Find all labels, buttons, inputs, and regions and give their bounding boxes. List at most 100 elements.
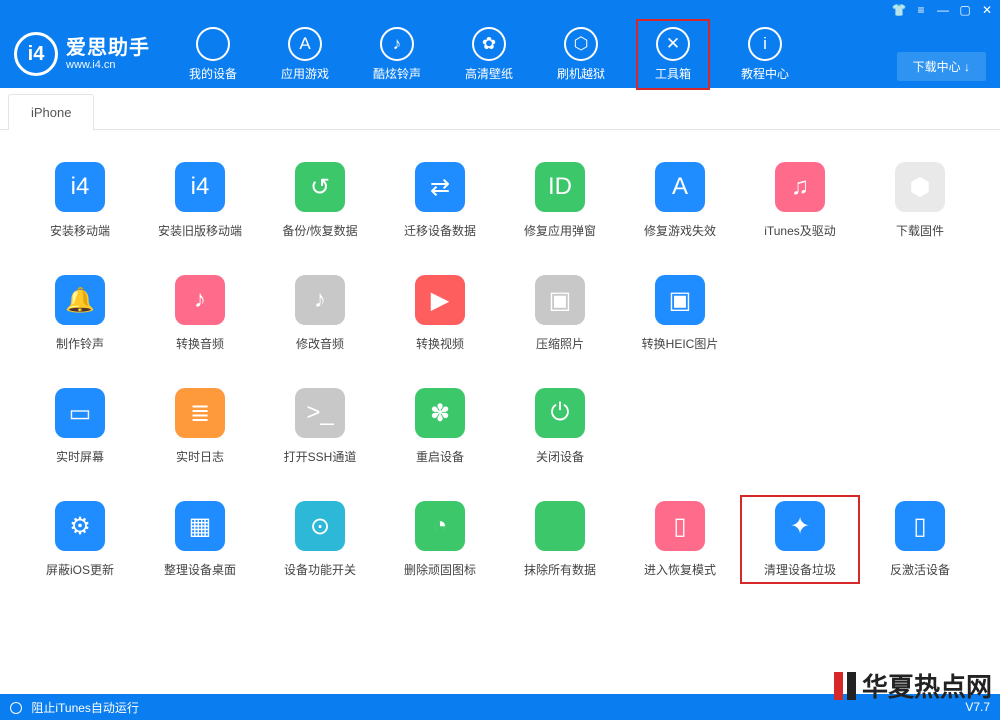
tool-icon: ↺ [295,162,345,212]
maximize-icon[interactable]: ▢ [958,3,972,17]
tool-3-2[interactable]: ⊙设备功能开关 [260,495,380,584]
header: i4 爱思助手 www.i4.cn 我的设备A应用游戏♪酷炫铃声✿高清壁纸⬡刷机… [0,20,1000,88]
tool-label: iTunes及驱动 [764,222,836,239]
tool-label: 安装移动端 [50,222,110,239]
tool-2-1[interactable]: ≣实时日志 [140,382,260,471]
watermark: 华夏热点网 [834,667,992,704]
tool-label: 转换音频 [176,335,224,352]
nav-icon: i [748,27,782,61]
watermark-text: 华夏热点网 [862,667,992,704]
nav-item-3[interactable]: ✿ 高清壁纸 [456,23,522,86]
tool-label: 修复游戏失效 [644,222,716,239]
tool-icon: ▯ [895,501,945,551]
tool-0-4[interactable]: ID 修复应用弹窗 [500,156,620,245]
nav-label: 应用游戏 [281,65,329,82]
tool-icon: ▶ [415,275,465,325]
tabstrip: iPhone [0,88,1000,130]
tool-1-2[interactable]: ♪修改音频 [260,269,380,358]
nav-icon [196,27,230,61]
tool-icon [535,501,585,551]
tool-3-3[interactable]: ◔ 删除顽固图标 [380,495,500,584]
tool-icon: ▭ [55,388,105,438]
menu-icon[interactable]: ≡ [914,3,928,17]
shirt-icon[interactable]: 👕 [892,3,906,17]
nav-item-5[interactable]: ✕工具箱 [640,23,706,86]
tool-label: 整理设备桌面 [164,561,236,578]
tool-icon: ♪ [175,275,225,325]
tool-0-5[interactable]: A修复游戏失效 [620,156,740,245]
nav-item-6[interactable]: i 教程中心 [732,23,798,86]
tool-row: ▭ 实时屏幕 ≣实时日志 >_ 打开SSH通道 ✽重启设备⏻关闭设备 [20,382,980,471]
tool-icon: ♫ [775,162,825,212]
tool-3-5[interactable]: ▯进入恢复模式 [620,495,740,584]
tool-label: 修改音频 [296,335,344,352]
nav-label: 刷机越狱 [557,65,605,82]
tool-0-3[interactable]: ⇄ 迁移设备数据 [380,156,500,245]
close-icon[interactable]: ✕ [980,3,994,17]
tool-icon: ✽ [415,388,465,438]
tool-label: 反激活设备 [890,561,950,578]
tool-label: 清理设备垃圾 [764,561,836,578]
tool-icon: i4 [55,162,105,212]
tool-1-3[interactable]: ▶转换视频 [380,269,500,358]
tool-0-0[interactable]: i4 安装移动端 [20,156,140,245]
tool-1-4[interactable]: ▣压缩照片 [500,269,620,358]
tool-icon: ID [535,162,585,212]
tool-label: 进入恢复模式 [644,561,716,578]
tool-0-1[interactable]: i4安装旧版移动端 [140,156,260,245]
nav-icon: ⬡ [564,27,598,61]
tool-label: 打开SSH通道 [284,448,357,465]
tool-label: 实时屏幕 [56,448,104,465]
tool-3-4[interactable]: 抹除所有数据 [500,495,620,584]
tool-icon: ▣ [535,275,585,325]
tab-iphone[interactable]: iPhone [8,94,94,130]
nav-item-1[interactable]: A 应用游戏 [272,23,338,86]
tool-0-7[interactable]: ⬢下载固件 [860,156,980,245]
tool-1-1[interactable]: ♪ 转换音频 [140,269,260,358]
tool-label: 抹除所有数据 [524,561,596,578]
nav-item-0[interactable]: 我的设备 [180,23,246,86]
nav-item-2[interactable]: ♪ 酷炫铃声 [364,23,430,86]
download-center-button[interactable]: 下载中心 ↓ [897,52,986,81]
nav-label: 教程中心 [741,65,789,82]
tool-2-4[interactable]: ⏻关闭设备 [500,382,620,471]
tool-label: 迁移设备数据 [404,222,476,239]
nav-label: 高清壁纸 [465,65,513,82]
tool-label: 删除顽固图标 [404,561,476,578]
tool-label: 修复应用弹窗 [524,222,596,239]
tool-3-1[interactable]: ▦整理设备桌面 [140,495,260,584]
minimize-icon[interactable]: ― [936,3,950,17]
tool-0-6[interactable]: ♫ iTunes及驱动 [740,156,860,245]
tool-icon: ▣ [655,275,705,325]
tool-1-0[interactable]: 🔔制作铃声 [20,269,140,358]
tool-icon: ⚙ [55,501,105,551]
nav-label: 酷炫铃声 [373,65,421,82]
tool-row: ⚙屏蔽iOS更新▦整理设备桌面⊙设备功能开关◔删除顽固图标抹除所有数据▯进入恢复… [20,495,980,584]
nav-icon: ♪ [380,27,414,61]
tool-label: 备份/恢复数据 [282,222,357,239]
tool-label: 设备功能开关 [284,561,356,578]
tool-0-2[interactable]: ↺ 备份/恢复数据 [260,156,380,245]
tool-1-5[interactable]: ▣转换HEIC图片 [620,269,740,358]
main-nav: 我的设备 A 应用游戏 ♪ 酷炫铃声 ✿ 高清壁纸 ⬡ 刷机越狱 ✕工具箱 i 教程中心 [180,23,798,86]
tool-icon: ✦ [775,501,825,551]
tool-row: i4 安装移动端 i4安装旧版移动端 ↺ 备份/恢复数据 ⇄ 迁移设备数据 ID 修复应用弹窗 A… [20,156,980,245]
tool-label: 屏蔽iOS更新 [46,561,114,578]
brand-subtitle: www.i4.cn [66,59,150,71]
tool-3-0[interactable]: ⚙ 屏蔽iOS更新 [20,495,140,584]
tool-3-6[interactable]: ✦ 清理设备垃圾 [740,495,860,584]
tool-icon: ⇄ [415,162,465,212]
tool-3-7[interactable]: ▯ 反激活设备 [860,495,980,584]
tool-icon: ◔ [415,501,465,551]
tool-2-2[interactable]: >_ 打开SSH通道 [260,382,380,471]
tool-2-0[interactable]: ▭ 实时屏幕 [20,382,140,471]
nav-item-4[interactable]: ⬡ 刷机越狱 [548,23,614,86]
tool-label: 下载固件 [896,222,944,239]
tool-icon: >_ [295,388,345,438]
nav-icon: ✿ [472,27,506,61]
footer-checkbox[interactable]: 阻止iTunes自动运行 [10,699,139,716]
tool-label: 实时日志 [176,448,224,465]
nav-icon: A [288,27,322,61]
tool-2-3[interactable]: ✽重启设备 [380,382,500,471]
brand-title: 爱思助手 [66,37,150,59]
